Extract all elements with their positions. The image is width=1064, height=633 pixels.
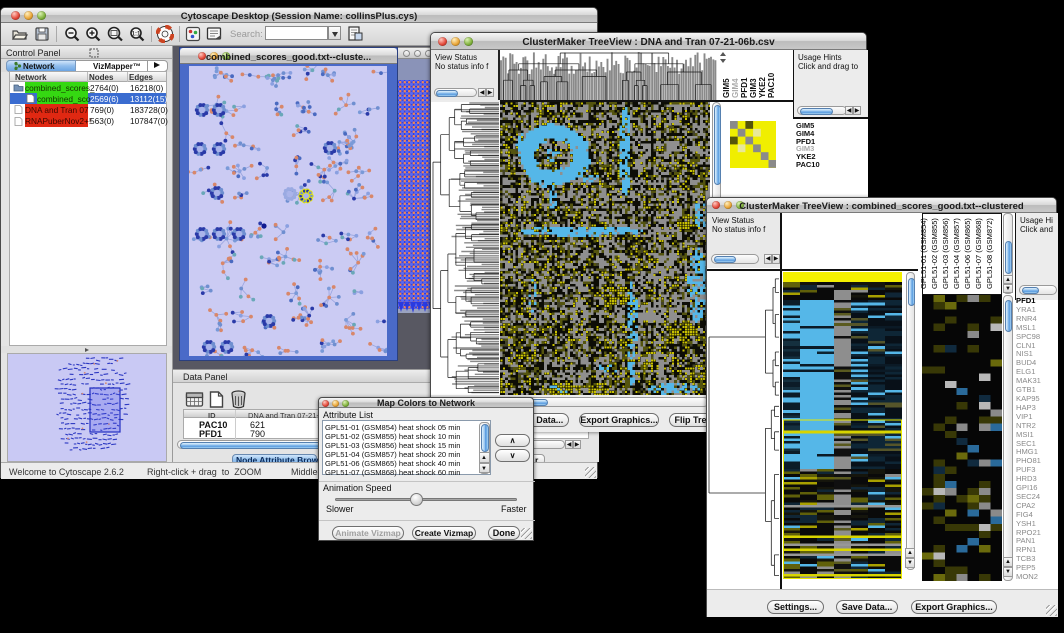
- svg-text:1:1: 1:1: [132, 32, 141, 38]
